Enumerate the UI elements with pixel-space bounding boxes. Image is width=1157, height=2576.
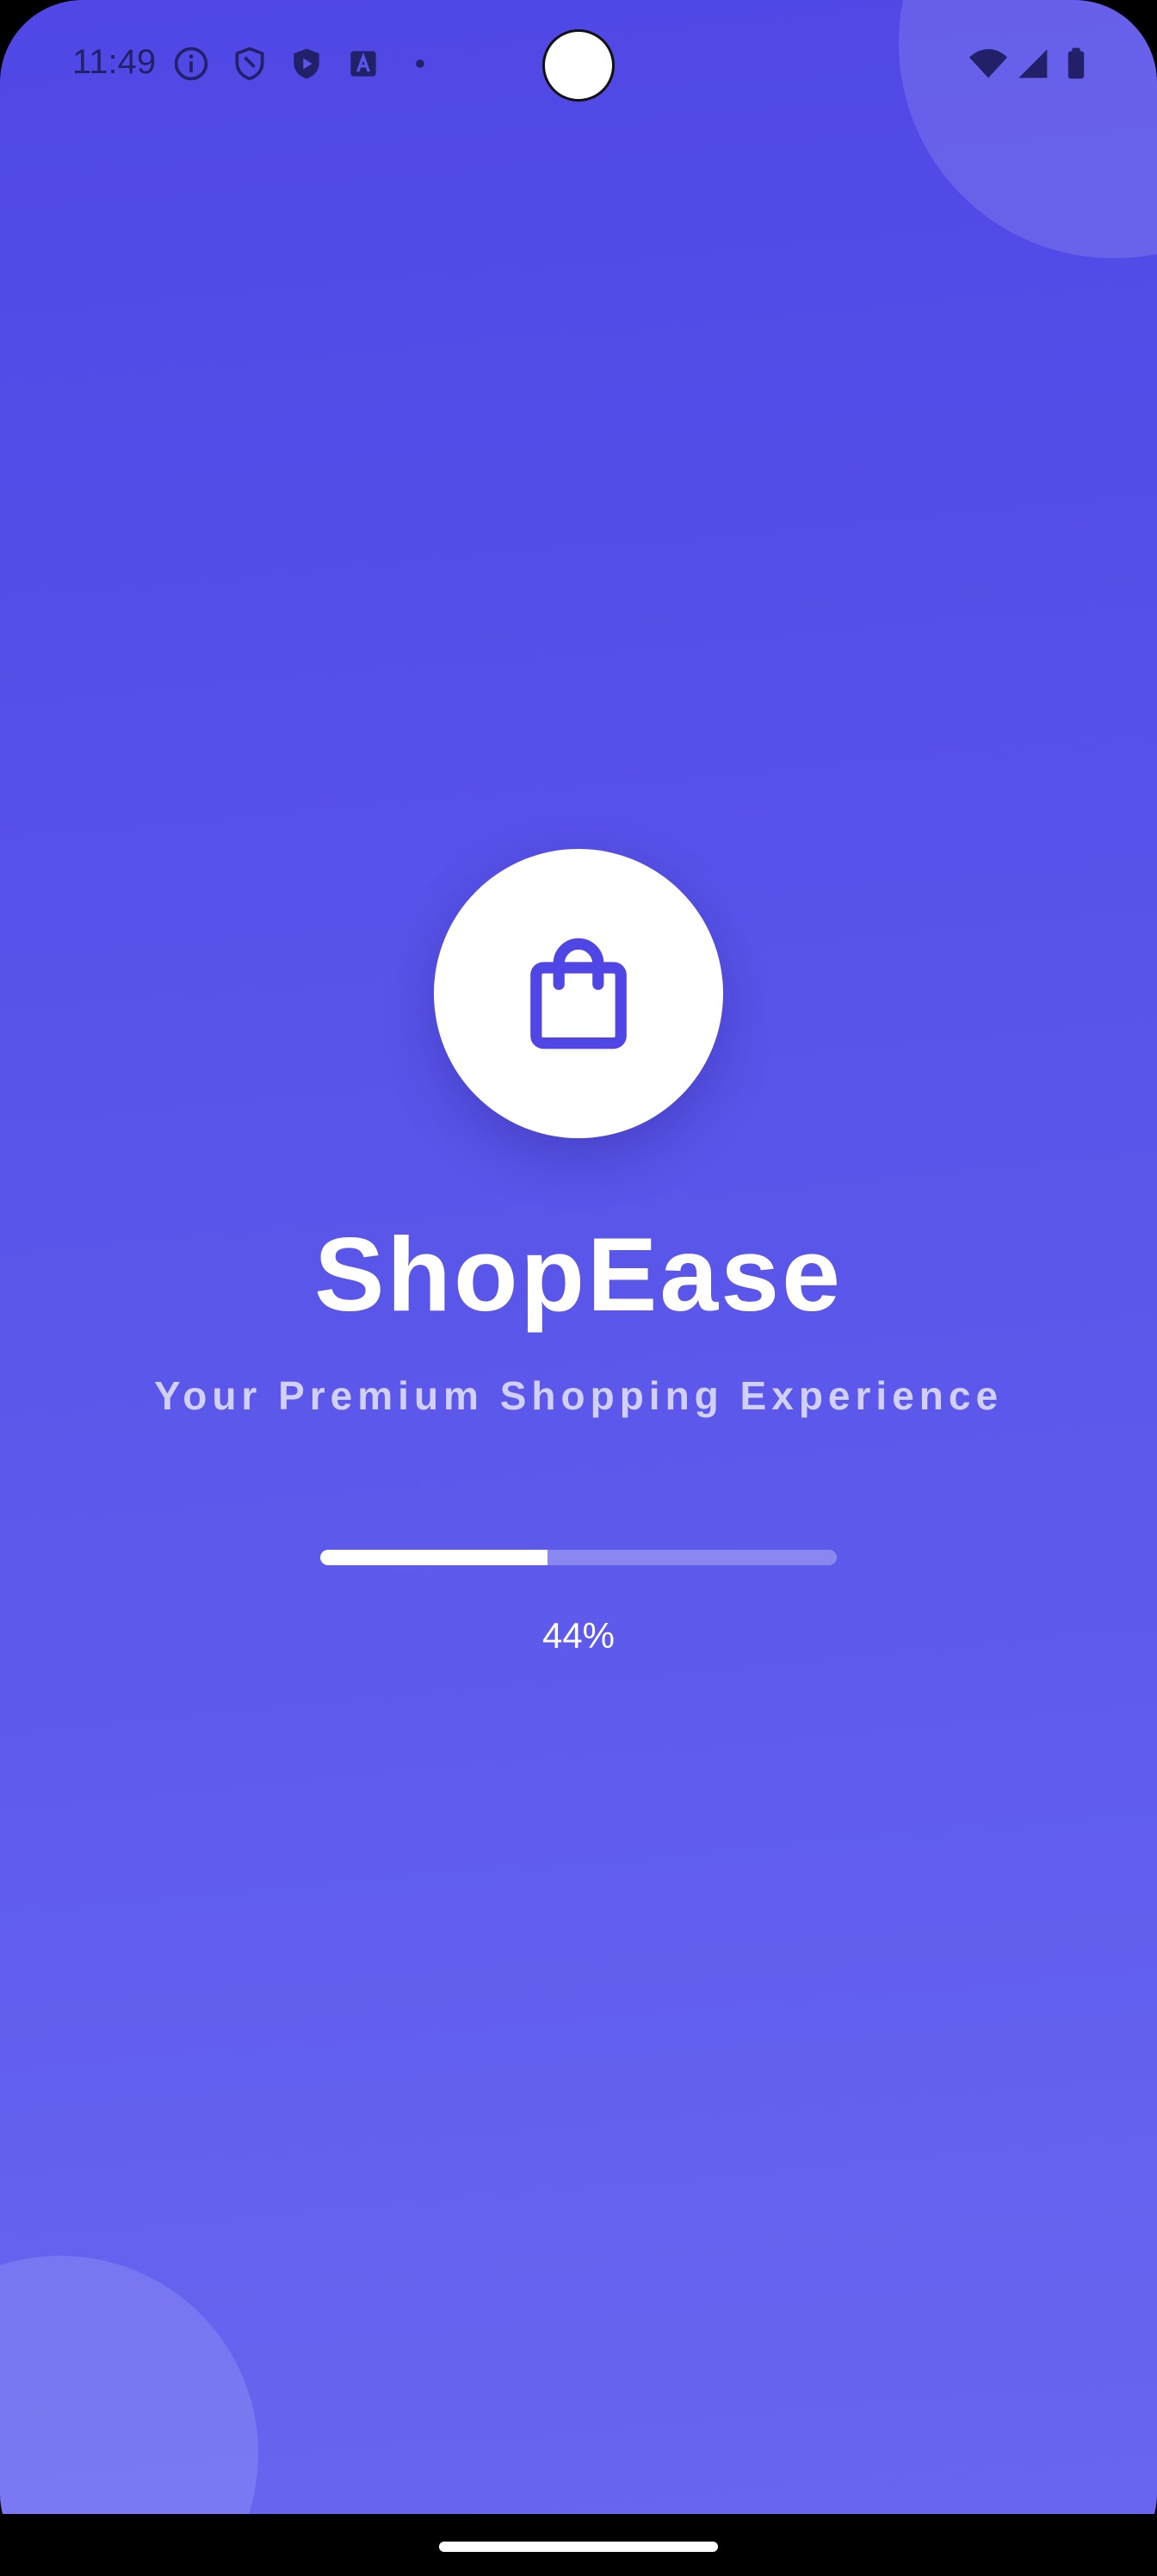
cellular-signal-icon [1012, 45, 1050, 83]
shopping-bag-icon [530, 938, 627, 1050]
device-screen: 11:49 ShopEase Your Premium Shopping Exp… [0, 0, 1157, 2576]
translate-icon [344, 45, 382, 83]
play-protect-icon [288, 45, 325, 83]
loading-progress-fill [320, 1550, 548, 1565]
loading-progress-label: 44% [541, 1615, 616, 1656]
home-gesture-handle[interactable] [439, 2542, 718, 2552]
app-tagline: Your Premium Shopping Experience [153, 1373, 1004, 1418]
decorative-circle-bottom-left [0, 2256, 258, 2514]
splash-screen: 11:49 ShopEase Your Premium Shopping Exp… [0, 0, 1157, 2514]
info-icon [172, 45, 210, 83]
shield-icon [231, 45, 269, 83]
app-title: ShopEase [314, 1216, 843, 1333]
loading-progress-bar [320, 1550, 837, 1565]
app-logo [434, 849, 723, 1138]
wifi-icon [968, 45, 1007, 83]
status-bar: 11:49 [0, 0, 1157, 129]
status-time: 11:49 [72, 43, 157, 81]
notification-dot-icon [401, 45, 439, 83]
battery-icon [1057, 45, 1095, 83]
front-camera-cutout [542, 29, 615, 102]
